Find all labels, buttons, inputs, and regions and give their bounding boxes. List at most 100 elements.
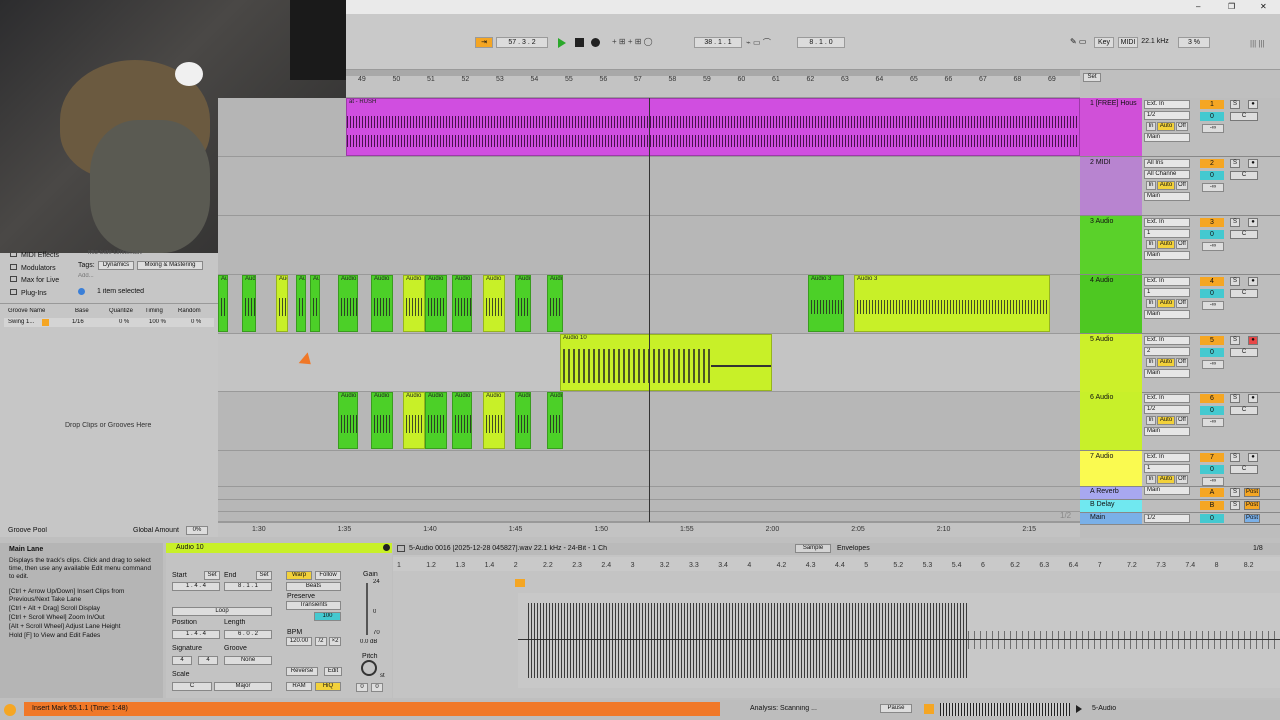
browser-file[interactable]: Mid-Side Limiter.adv [88,250,142,256]
send-field[interactable]: -∞ [1202,418,1224,427]
input-channel-select[interactable]: 1/2 [1144,111,1190,120]
preserve-select[interactable]: Transients [286,601,341,610]
monitor-auto[interactable]: Auto [1157,299,1175,308]
monitor-auto[interactable]: Auto [1157,475,1175,484]
sig-num-field[interactable]: 4 [172,656,192,665]
track-name[interactable]: 4 Audio [1080,275,1142,333]
input-type-select[interactable]: Ext. In [1144,218,1190,227]
monitor-off[interactable]: Off [1176,181,1188,190]
monitor-in[interactable]: In [1146,299,1156,308]
monitor-auto[interactable]: Auto [1157,181,1175,190]
overview-waveform[interactable] [940,703,1070,716]
return-name[interactable]: B Delay [1080,500,1142,512]
pan-field[interactable]: C [1230,465,1258,474]
track4-left-clip[interactable]: Audio [218,275,228,332]
track4-left-clip[interactable]: Audio [242,275,256,332]
tag-mixing[interactable]: Mixing & Mastering [137,261,203,270]
send-field[interactable]: -∞ [1202,477,1224,486]
volume-field[interactable]: 0 [1200,230,1224,239]
input-channel-select[interactable]: 1 [1144,288,1190,297]
arrangement-ruler[interactable]: 49 50 51 52 53 54 55 56 57 58 59 60 61 62 63 64 65 66 67 68… [346,70,1101,98]
monitor-off[interactable]: Off [1176,475,1188,484]
arm-button[interactable]: ● [1248,100,1258,109]
track6-clip[interactable]: Audio [515,392,531,449]
browser-item[interactable]: Plug-Ins [10,288,47,297]
track-header-3[interactable]: 3 Audio Ext. In 1 In Auto Off Main 3 0 -∞ S ● C [1080,216,1280,275]
output-select[interactable]: Main [1144,310,1190,319]
output-select[interactable]: Main [1144,251,1190,260]
input-channel-select[interactable]: All Channe [1144,170,1190,179]
scale-root-select[interactable]: C [172,682,212,691]
tab-envelopes[interactable]: Envelopes [837,545,870,552]
monitor-off[interactable]: Off [1176,299,1188,308]
solo-button[interactable]: S [1230,100,1240,109]
monitor-in[interactable]: In [1146,240,1156,249]
pitch-knob[interactable] [361,660,377,676]
track-activator[interactable]: 3 [1200,218,1224,227]
global-amount-field[interactable]: 0% [186,526,208,535]
time-ruler[interactable]: 1:30 1:35 1:40 1:45 1:50 1:55 2:00 2:05 2:10 2:15… [218,511,1080,537]
add-tag[interactable]: Add... [78,273,94,279]
arm-button[interactable]: ● [1248,394,1258,403]
end-set-button[interactable]: Set [256,571,272,580]
monitor-off[interactable]: Off [1176,122,1188,131]
stop-icon[interactable] [575,38,584,47]
position-field[interactable]: 1 . 4 . 4 [172,630,220,639]
pan-field[interactable]: C [1230,171,1258,180]
return-track-a[interactable]: A Reverb A S Post [1080,487,1280,500]
browser-item[interactable]: Modulators [10,263,56,272]
clip-audio-3[interactable]: Audio 3 [854,275,1050,332]
arm-button[interactable]: ● [1248,159,1258,168]
input-channel-select[interactable]: 1/2 [1144,405,1190,414]
monitor-off[interactable]: Off [1176,240,1188,249]
send-field[interactable]: -∞ [1202,124,1224,133]
track-name[interactable]: 1 [FREE] Hous [1080,98,1142,156]
input-channel-select[interactable]: 1 [1144,464,1190,473]
clip-activator-icon[interactable] [383,544,390,551]
monitor-auto[interactable]: Auto [1157,240,1175,249]
end-field[interactable]: 8 . 1 . 1 [224,582,272,591]
main-volume[interactable]: 0 [1200,514,1224,523]
input-channel-select[interactable]: 1 [1144,229,1190,238]
record-icon[interactable] [591,38,600,47]
volume-field[interactable]: 0 [1200,406,1224,415]
solo-button[interactable]: S [1230,394,1240,403]
track-header-1[interactable]: 1 [FREE] Hous Ext. In 1/2 In Auto Off Main 1 0 -∞… [1080,98,1280,157]
sig-den-field[interactable]: 4 [198,656,218,665]
transient-field[interactable]: 100 [314,612,341,621]
pan-field[interactable]: C [1230,112,1258,121]
minimize-button[interactable]: – [1196,2,1200,11]
return-activator[interactable]: A [1200,488,1224,497]
send-field[interactable]: -∞ [1202,183,1224,192]
track-header-7[interactable]: 7 Audio Ext. In 1 In Auto Off Main 7 0 -∞ S ● C [1080,451,1280,495]
solo-button[interactable]: S [1230,336,1240,345]
close-button[interactable]: ✕ [1260,2,1267,11]
track4-clip[interactable]: Audio [403,275,425,332]
arrangement-view[interactable]: at - RUSH Audio Audio Audio Audio Audio Audio… [218,98,1080,522]
track6-clip[interactable]: Audio [483,392,505,449]
overdub-icons[interactable]: + ⊞ + ⊞ ◯ [612,37,653,46]
send-field[interactable]: -∞ [1202,242,1224,251]
tab-sample[interactable]: Sample [795,544,831,553]
input-type-select[interactable]: All Ins [1144,159,1190,168]
solo-button[interactable]: S [1230,218,1240,227]
post-button[interactable]: Post [1244,488,1260,497]
send-field[interactable]: -∞ [1202,360,1224,369]
bpm-field[interactable]: 120.00 [286,637,312,646]
arm-button[interactable]: ● [1248,218,1258,227]
loop-button[interactable]: Loop [172,607,272,616]
monitor-auto[interactable]: Auto [1157,358,1175,367]
output-select[interactable]: Main [1144,192,1190,201]
loop-length-field[interactable]: 8 . 1 . 0 [797,37,845,48]
monitor-in[interactable]: In [1146,475,1156,484]
main-track[interactable]: Main 1/2 0 Post [1080,513,1280,525]
monitor-auto[interactable]: Auto [1157,122,1175,131]
preview-play-icon[interactable] [1076,705,1082,713]
track-activator[interactable]: 6 [1200,394,1224,403]
pitch-field[interactable]: 0 [356,683,368,692]
output-select[interactable]: Main [1144,427,1190,436]
clip-audio-3[interactable]: Audio 3 [808,275,844,332]
input-type-select[interactable]: Ext. In [1144,453,1190,462]
main-post[interactable]: Post [1244,514,1260,523]
track6-clip[interactable]: Audio [452,392,472,449]
